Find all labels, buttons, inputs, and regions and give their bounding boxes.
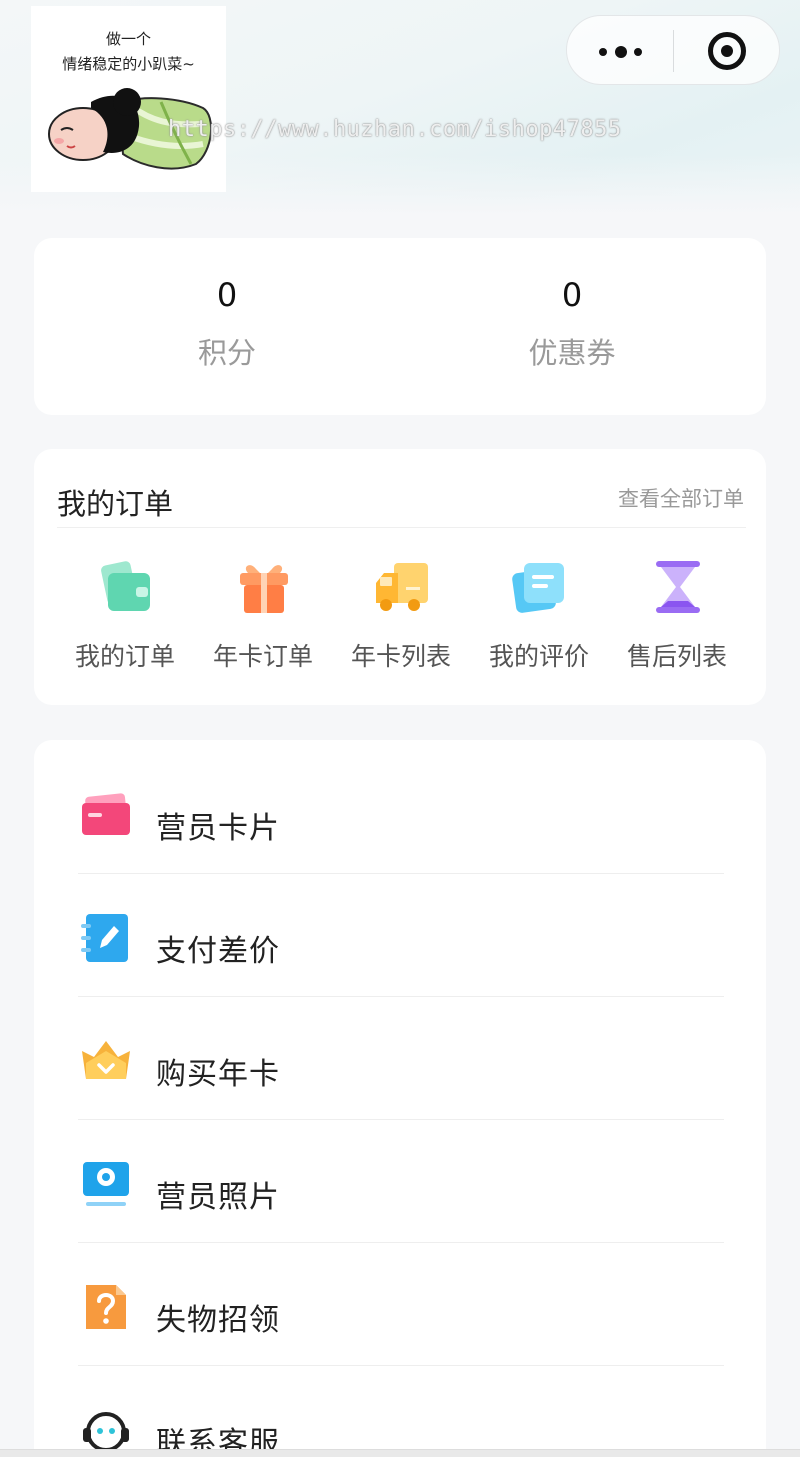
menu-label: 购买年卡 — [156, 1057, 280, 1092]
order-shortcut-annual-card-orders[interactable]: 年卡订单 — [194, 549, 332, 679]
menu-item-buy-annual-card[interactable]: 购买年卡 — [78, 997, 724, 1120]
order-shortcut-label: 我的评价 — [488, 642, 589, 671]
more-dot-icon — [615, 46, 627, 58]
menu-label: 营员卡片 — [156, 811, 280, 846]
truck-icon — [376, 563, 428, 611]
more-dot-icon — [634, 48, 642, 56]
menu-item-camper-card[interactable]: 营员卡片 — [78, 751, 724, 874]
coupons-label: 优惠券 — [528, 336, 616, 370]
order-shortcut-annual-card-list[interactable]: 年卡列表 — [332, 549, 470, 679]
monitor-photo-icon — [83, 1162, 129, 1206]
card-icon — [82, 793, 130, 835]
points-value: 0 — [216, 276, 238, 314]
document-icon — [512, 563, 564, 613]
menu-label: 支付差价 — [156, 934, 280, 969]
view-all-orders-link[interactable]: 查看全部订单 — [618, 483, 744, 513]
menu-label: 失物招领 — [156, 1303, 280, 1338]
notebook-pen-icon — [81, 914, 128, 962]
order-shortcut-label: 年卡订单 — [212, 642, 313, 671]
more-button[interactable] — [567, 16, 673, 86]
close-miniprogram-button[interactable] — [674, 16, 781, 86]
hourglass-icon — [656, 561, 700, 613]
more-dot-icon — [599, 48, 607, 56]
divider — [57, 527, 746, 528]
order-shortcut-label: 售后列表 — [626, 642, 727, 671]
orders-title: 我的订单 — [57, 487, 174, 521]
watermark-text: https://www.huzhan.com/ishop47855 — [168, 117, 622, 142]
order-shortcut-my-orders[interactable]: 我的订单 — [56, 549, 194, 679]
menu-item-contact-support[interactable]: 联系客服 — [78, 1366, 724, 1457]
order-shortcut-label: 我的订单 — [74, 642, 175, 671]
order-shortcut-label: 年卡列表 — [350, 642, 451, 671]
mini-program-capsule — [566, 15, 780, 85]
crown-icon — [82, 1041, 130, 1079]
target-dot-icon — [721, 45, 733, 57]
stats-card: 0 积分 0 优惠券 — [34, 238, 766, 415]
menu-item-camper-photos[interactable]: 营员照片 — [78, 1120, 724, 1243]
bottom-edge — [0, 1449, 800, 1457]
menu-card: 营员卡片 支付差价 购买年卡 营员照片 失物招领 联系客服 — [34, 740, 766, 1457]
coupons-value: 0 — [561, 276, 583, 314]
wallet-icon — [101, 561, 150, 611]
question-doc-icon — [86, 1285, 126, 1329]
avatar[interactable]: 做一个 情绪稳定的小趴菜~ — [31, 6, 226, 192]
menu-item-lost-and-found[interactable]: 失物招领 — [78, 1243, 724, 1366]
menu-label: 营员照片 — [156, 1180, 280, 1215]
orders-card: 我的订单 查看全部订单 我的订单 年卡订单 年卡列表 我的评价 售后列表 — [34, 449, 766, 705]
menu-item-pay-difference[interactable]: 支付差价 — [78, 874, 724, 997]
order-shortcut-after-sales[interactable]: 售后列表 — [608, 549, 746, 679]
gift-icon — [240, 565, 288, 613]
order-shortcut-my-reviews[interactable]: 我的评价 — [470, 549, 608, 679]
points-label: 积分 — [197, 336, 256, 370]
avatar-illustration — [48, 88, 213, 170]
